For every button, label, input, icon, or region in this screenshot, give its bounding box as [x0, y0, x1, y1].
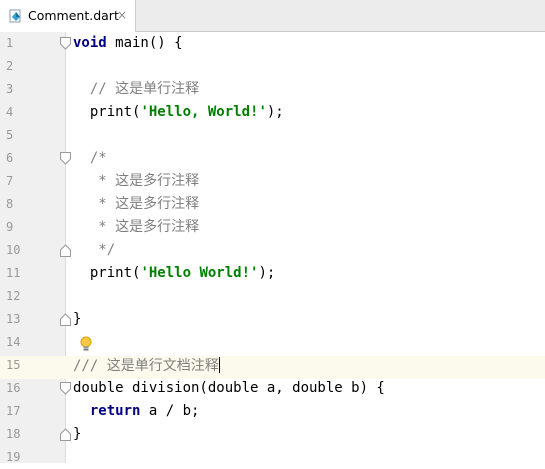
- line-number: 14: [6, 335, 21, 349]
- tab-comment-dart[interactable]: Comment.dart ×: [0, 0, 136, 32]
- line-number: 2: [6, 59, 14, 73]
- keyword-token: void: [73, 35, 107, 51]
- line-number: 17: [6, 404, 21, 418]
- code-token: }: [73, 426, 82, 442]
- code-text: // 这是单行注释: [73, 81, 199, 97]
- string-token: 'Hello World!': [140, 265, 259, 281]
- code-token: print(: [73, 104, 141, 120]
- code-text: print('Hello, World!');: [73, 104, 284, 120]
- fold-open-icon[interactable]: [60, 37, 71, 50]
- code-text: /*: [73, 150, 107, 166]
- code-text: }: [73, 311, 81, 327]
- line-number: 9: [6, 220, 14, 234]
- code-line[interactable]: 15 /// 这是单行文档注释: [0, 354, 545, 377]
- fold-close-icon[interactable]: [60, 313, 71, 326]
- code-line[interactable]: 5: [0, 124, 545, 147]
- code-line[interactable]: 18}: [0, 423, 545, 446]
- lightbulb-icon[interactable]: [80, 336, 92, 352]
- code-line[interactable]: 12: [0, 285, 545, 308]
- code-token: a / b;: [140, 403, 200, 419]
- code-line[interactable]: 10 */: [0, 239, 545, 262]
- code-line[interactable]: 16 double division(double a, double b) {: [0, 377, 545, 400]
- code-text: * 这是多行注释: [73, 219, 199, 235]
- code-text: * 这是多行注释: [73, 196, 199, 212]
- code-line[interactable]: 2: [0, 55, 545, 78]
- code-line[interactable]: 8 * 这是多行注释: [0, 193, 545, 216]
- code-text: */: [73, 242, 115, 258]
- code-line[interactable]: 13}: [0, 308, 545, 331]
- line-number: 8: [6, 197, 14, 211]
- code-token: }: [73, 311, 82, 327]
- line-number: 5: [6, 128, 14, 142]
- comment-token: * 这是多行注释: [73, 219, 200, 235]
- dart-file-icon: [9, 9, 21, 23]
- comment-token: /// 这是单行文档注释: [73, 358, 219, 374]
- line-number: 18: [6, 427, 21, 441]
- line-number: 1: [6, 36, 14, 50]
- code-token: double division(double a, double b) {: [73, 380, 385, 396]
- line-number: 19: [6, 450, 21, 464]
- keyword-token: return: [89, 403, 141, 419]
- comment-token: */: [73, 242, 116, 258]
- comment-token: // 这是单行注释: [73, 81, 200, 97]
- line-number: 6: [6, 151, 14, 165]
- code-text: void main() {: [73, 35, 183, 51]
- fold-close-icon[interactable]: [60, 428, 71, 441]
- editor-tab-bar: Comment.dart ×: [0, 0, 545, 32]
- code-line[interactable]: 17 return a / b;: [0, 400, 545, 423]
- code-text: }: [73, 426, 81, 442]
- close-icon[interactable]: ×: [117, 8, 127, 22]
- code-line[interactable]: 6 /*: [0, 147, 545, 170]
- line-number: 10: [6, 243, 21, 257]
- fold-open-icon[interactable]: [60, 382, 71, 395]
- code-line[interactable]: 3 // 这是单行注释: [0, 78, 545, 101]
- line-number: 11: [6, 266, 21, 280]
- code-text: return a / b;: [73, 403, 200, 419]
- code-token: );: [266, 104, 284, 120]
- comment-token: * 这是多行注释: [73, 196, 200, 212]
- code-token: print(: [73, 265, 141, 281]
- code-line[interactable]: 4 print('Hello, World!');: [0, 101, 545, 124]
- line-number: 13: [6, 312, 21, 326]
- comment-token: /*: [73, 150, 107, 166]
- code-line[interactable]: 19: [0, 446, 545, 469]
- code-text: print('Hello World!');: [73, 265, 275, 281]
- line-number: 12: [6, 289, 21, 303]
- line-number: 16: [6, 381, 21, 395]
- code-line[interactable]: 14: [0, 331, 545, 354]
- comment-token: * 这是多行注释: [73, 173, 200, 189]
- string-token: 'Hello, World!': [140, 104, 267, 120]
- line-number: 4: [6, 105, 14, 119]
- code-line[interactable]: 9 * 这是多行注释: [0, 216, 545, 239]
- code-text: /// 这是单行文档注释: [73, 357, 220, 374]
- code-line[interactable]: 7 * 这是多行注释: [0, 170, 545, 193]
- tab-title: Comment.dart: [28, 8, 119, 23]
- line-number: 15: [6, 358, 21, 372]
- code-editor[interactable]: 1 void main() {2 3 // 这是单行注释 4 print('Hello…: [0, 32, 545, 464]
- code-token: main() {: [106, 35, 183, 51]
- line-number: 7: [6, 174, 14, 188]
- code-line[interactable]: 11 print('Hello World!');: [0, 262, 545, 285]
- code-token: );: [258, 265, 276, 281]
- code-text: * 这是多行注释: [73, 173, 199, 189]
- fold-open-icon[interactable]: [60, 152, 71, 165]
- text-cursor: [218, 357, 220, 373]
- fold-close-icon[interactable]: [60, 244, 71, 257]
- code-text: double division(double a, double b) {: [73, 380, 385, 396]
- line-number: 3: [6, 82, 14, 96]
- code-line[interactable]: 1 void main() {: [0, 32, 545, 55]
